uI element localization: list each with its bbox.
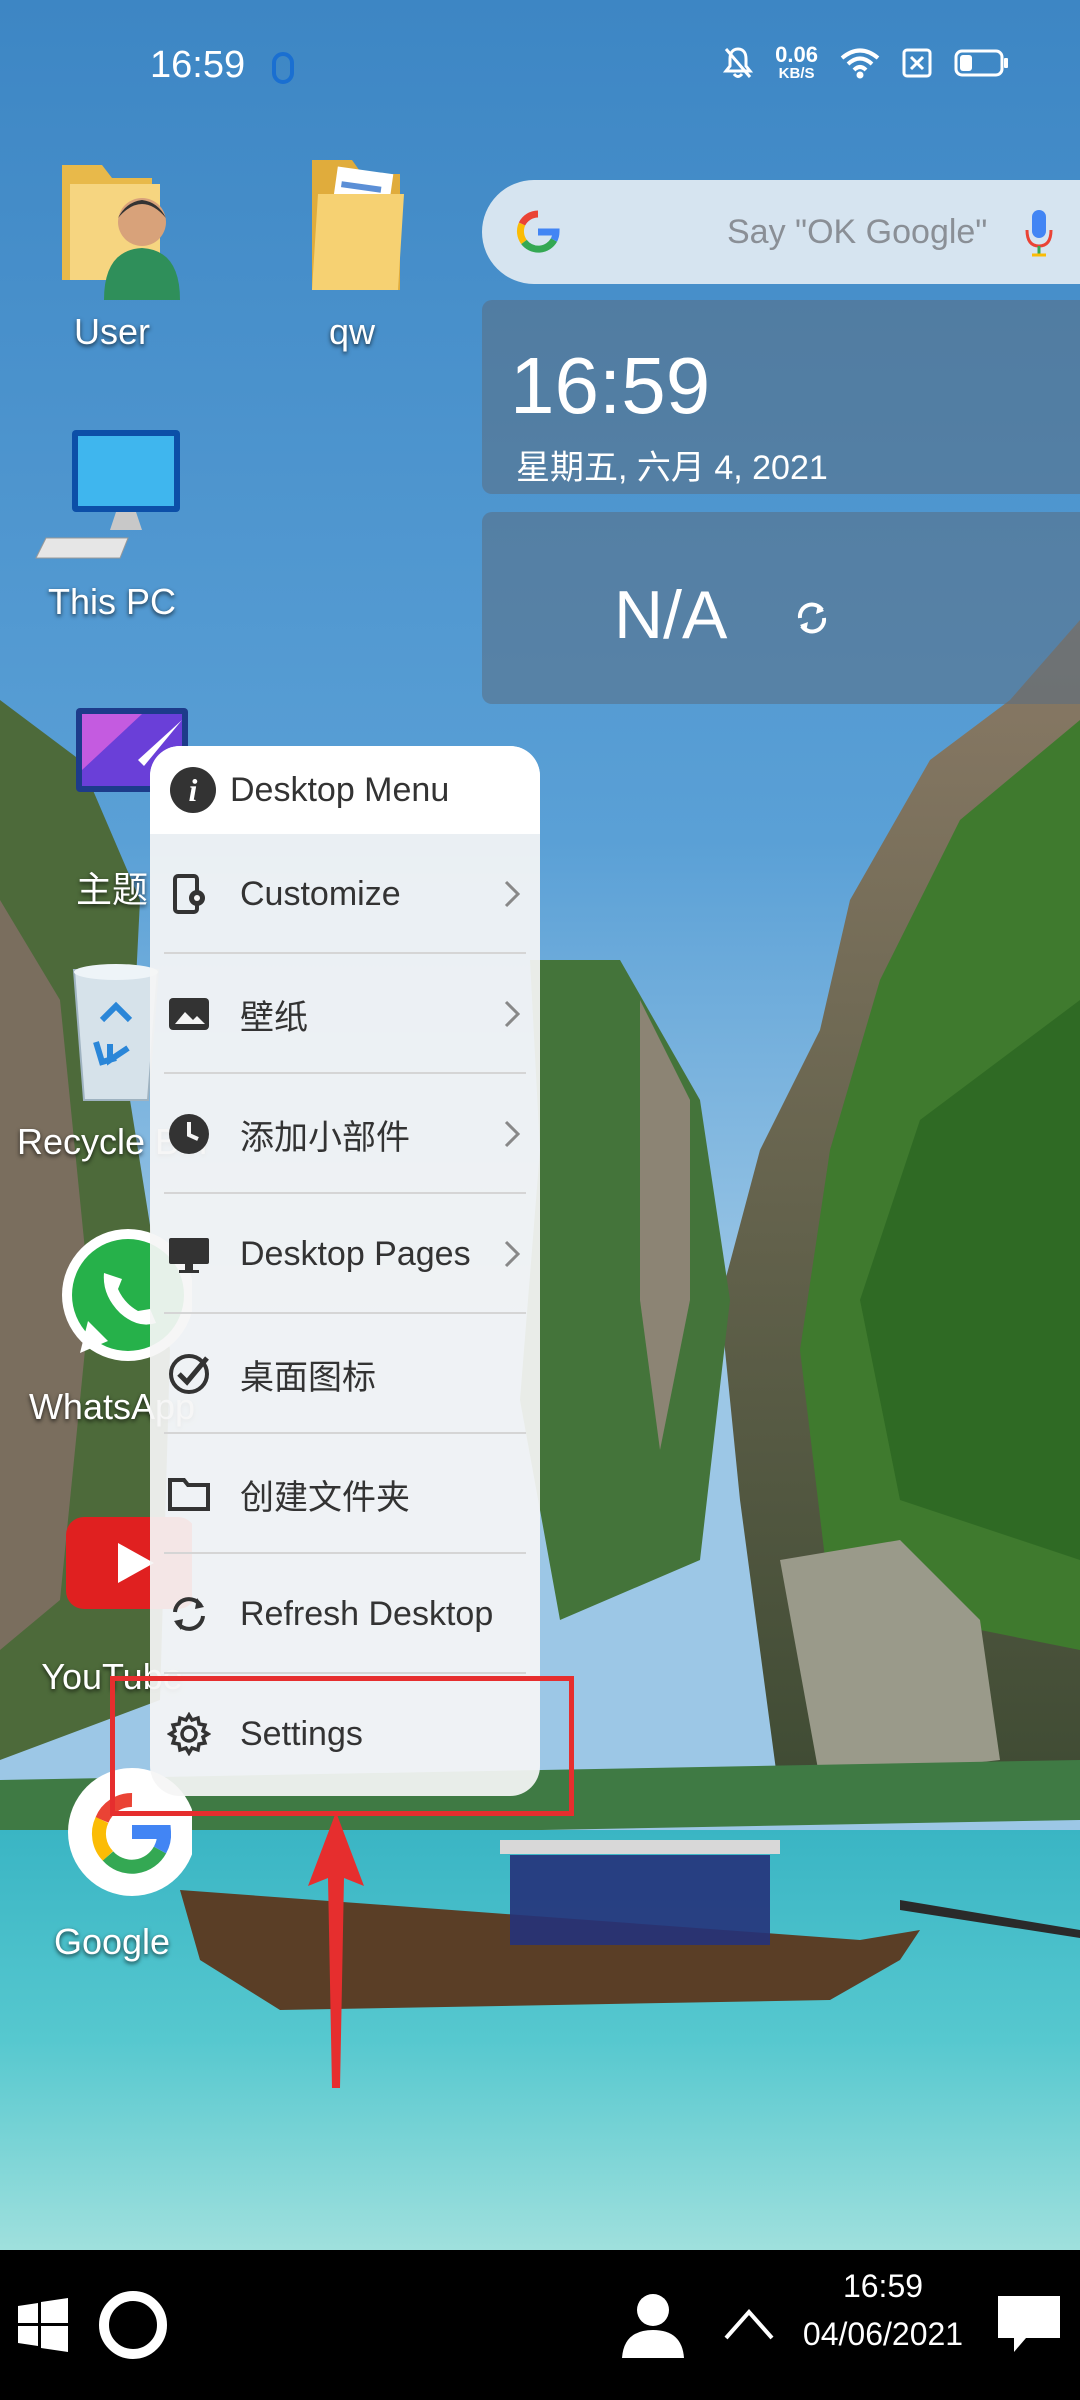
clock-widget[interactable]: 16:59 星期五, 六月 4, 2021	[482, 300, 1080, 494]
menu-item-customize[interactable]: Customize	[150, 834, 540, 954]
taskbar-date: 04/06/2021	[802, 2316, 964, 2352]
folder-icon	[312, 160, 404, 290]
wallpaper-icon	[164, 989, 214, 1039]
desktop-icon-this-pc[interactable]: This PC	[12, 420, 212, 623]
info-icon: i	[170, 767, 216, 813]
search-placeholder: Say "OK Google"	[727, 213, 988, 251]
clock-widget-icon	[164, 1109, 214, 1159]
notification-center-icon[interactable]	[996, 2294, 1062, 2356]
notification-dot-icon	[272, 52, 294, 84]
chevron-right-icon	[504, 1240, 521, 1268]
taskbar-time: 16:59	[842, 2268, 924, 2304]
taskbar-clock[interactable]: 16:59 04/06/2021	[800, 2262, 966, 2358]
check-circle-icon	[164, 1349, 214, 1399]
clock-time: 16:59	[510, 341, 711, 430]
desktop-menu-header: i Desktop Menu	[150, 746, 540, 834]
customize-icon	[164, 869, 214, 919]
menu-item-refresh-desktop[interactable]: Refresh Desktop	[150, 1554, 540, 1674]
chevron-right-icon	[504, 1120, 521, 1148]
chevron-right-icon	[504, 1000, 521, 1028]
red-arrow-up-icon	[308, 1812, 364, 2088]
weather-widget[interactable]: N/A	[482, 512, 1080, 704]
folder-icon	[164, 1469, 214, 1519]
refresh-icon[interactable]	[788, 594, 836, 642]
status-bar: 16:59 0.06 KB/S	[0, 0, 1080, 140]
menu-item-add-widget[interactable]: 添加小部件	[150, 1074, 540, 1194]
desktop-menu-title: Desktop Menu	[230, 770, 450, 809]
wifi-icon	[840, 48, 880, 78]
google-g-icon	[517, 210, 560, 253]
mute-bell-icon	[723, 46, 754, 78]
computer-icon	[35, 430, 180, 559]
cortana-circle-icon[interactable]	[96, 2288, 170, 2362]
refresh-icon	[164, 1589, 214, 1639]
settings-highlight-box	[110, 1676, 574, 1816]
clock-date: 星期五, 六月 4, 2021	[516, 449, 828, 487]
menu-item-desktop-icons[interactable]: 桌面图标	[150, 1314, 540, 1434]
status-time: 16:59	[150, 44, 246, 86]
google-search-widget[interactable]: Say "OK Google"	[482, 180, 1080, 284]
monitor-icon	[164, 1229, 214, 1279]
chevron-right-icon	[504, 880, 521, 908]
menu-item-create-folder[interactable]: 创建文件夹	[150, 1434, 540, 1554]
user-account-icon[interactable]	[618, 2290, 688, 2360]
weather-value: N/A	[614, 577, 728, 653]
desktop-icon-qw[interactable]: qw	[252, 150, 452, 353]
chevron-up-icon[interactable]	[722, 2306, 776, 2342]
menu-item-desktop-pages[interactable]: Desktop Pages	[150, 1194, 540, 1314]
microphone-icon[interactable]	[1024, 208, 1054, 258]
net-speed: 0.06 KB/S	[775, 42, 818, 82]
windows-start-icon[interactable]	[18, 2298, 68, 2352]
menu-item-wallpaper[interactable]: 壁纸	[150, 954, 540, 1074]
user-folder-icon	[62, 165, 180, 300]
no-sim-icon	[902, 48, 932, 77]
desktop-icon-user[interactable]: User	[12, 150, 212, 353]
desktop-menu: i Desktop Menu Customize 壁纸 添加小部件 Deskto…	[150, 746, 540, 1796]
status-indicators: 0.06 KB/S	[723, 44, 1010, 81]
battery-icon	[954, 49, 1008, 76]
